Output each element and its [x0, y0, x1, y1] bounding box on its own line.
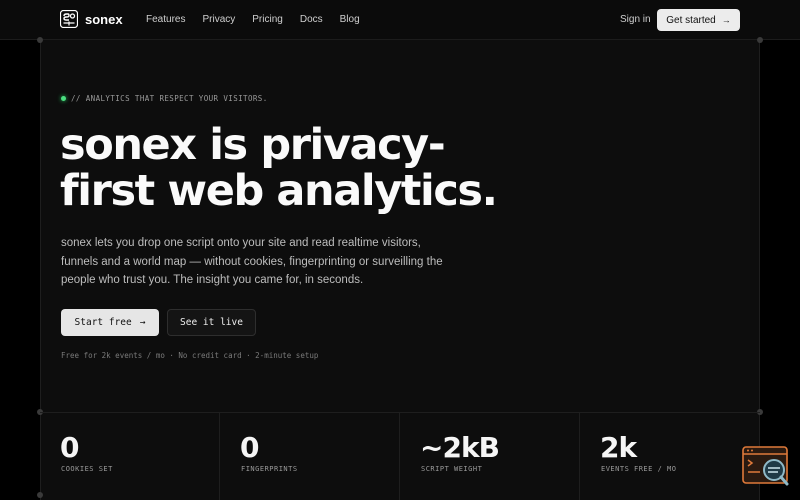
stat-events-free: 2k EVENTS FREE / MO — [580, 413, 760, 500]
stat-fingerprints: 0 FINGERPRINTS — [220, 413, 400, 500]
terminal-search-icon[interactable] — [742, 445, 790, 487]
stat-label: FINGERPRINTS — [241, 465, 298, 473]
brand-name: sonex — [85, 11, 123, 27]
hero-headline: sonex is privacy- first web analytics. — [60, 122, 540, 214]
stat-value: 2k — [600, 431, 637, 464]
stat-cookies: 0 COOKIES SET — [40, 413, 220, 500]
arrow-right-icon: → — [139, 317, 146, 328]
eyebrow-text: // ANALYTICS THAT RESPECT YOUR VISITORS. — [71, 94, 268, 103]
frame-corner-dot — [757, 37, 763, 43]
left-gutter — [0, 40, 40, 500]
hero-fineprint: Free for 2k events / mo · No credit card… — [61, 351, 319, 360]
nav-link-blog[interactable]: Blog — [340, 14, 360, 25]
nav-link-docs[interactable]: Docs — [300, 14, 323, 25]
nav-link-features[interactable]: Features — [146, 14, 185, 25]
frame-corner-dot — [37, 37, 43, 43]
right-gutter — [760, 40, 800, 500]
nav-link-privacy[interactable]: Privacy — [202, 14, 235, 25]
start-free-label: Start free — [74, 317, 132, 328]
see-it-live-button[interactable]: See it live — [167, 309, 256, 336]
nav-links: Features Privacy Pricing Docs Blog — [146, 14, 360, 25]
stat-label: SCRIPT WEIGHT — [421, 465, 483, 473]
stat-value: ~2kB — [420, 431, 500, 464]
status-dot-icon — [61, 96, 66, 101]
brand-logo[interactable]: sonex — [59, 9, 123, 29]
stat-value: 0 — [60, 431, 80, 464]
nav-link-pricing[interactable]: Pricing — [252, 14, 283, 25]
get-started-label: Get started — [666, 14, 716, 26]
stat-label: EVENTS FREE / MO — [601, 465, 677, 473]
stat-label: COOKIES SET — [61, 465, 113, 473]
sign-in-link[interactable]: Sign in — [620, 14, 651, 25]
headline-line-2: first web analytics. — [60, 166, 498, 216]
start-free-button[interactable]: Start free → — [61, 309, 159, 336]
stats-row: 0 COOKIES SET 0 FINGERPRINTS ~2kB SCRIPT… — [40, 412, 760, 500]
headline-line-1: sonex is privacy- — [60, 120, 446, 170]
hero-lead: sonex lets you drop one script onto your… — [61, 237, 443, 286]
stat-script-weight: ~2kB SCRIPT WEIGHT — [400, 413, 580, 500]
hero-eyebrow: // ANALYTICS THAT RESPECT YOUR VISITORS. — [61, 94, 268, 103]
top-nav: sonex Features Privacy Pricing Docs Blog… — [0, 0, 800, 40]
get-started-button[interactable]: Get started → — [657, 9, 740, 31]
stat-value: 0 — [240, 431, 260, 464]
arrow-right-icon: → — [721, 15, 731, 25]
sonex-logo-icon — [59, 9, 79, 29]
